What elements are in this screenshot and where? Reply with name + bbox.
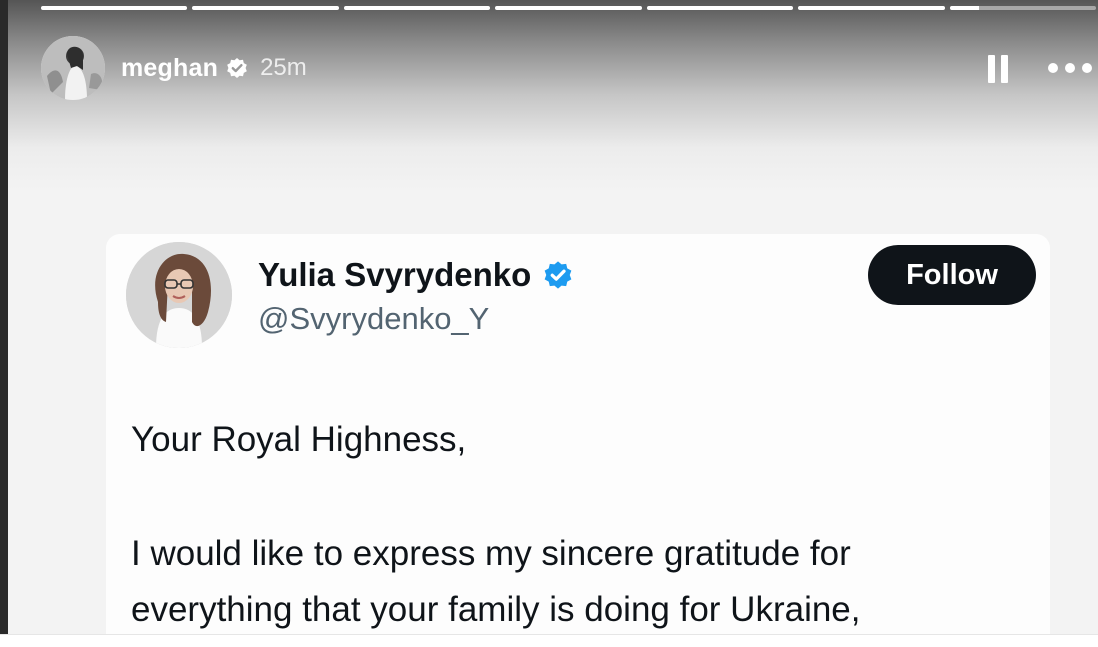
tweet-line: Your Royal Highness, [131,420,467,459]
tweet-author-avatar [126,242,232,348]
profile-avatar[interactable] [41,36,105,100]
story-username[interactable]: meghan [121,54,218,83]
progress-segment [949,6,1096,10]
tweet-line: I would like to express my sincere grati… [131,534,851,573]
pause-icon[interactable] [988,55,1008,83]
story-timestamp: 25m [260,54,307,81]
progress-segment [495,6,642,10]
blue-verified-icon [543,260,573,290]
tweet-author-handle: @Svyrydenko_Y [258,301,490,336]
progress-segment [798,6,945,10]
tweet-screenshot: Yulia Svyrydenko @Svyrydenko_Y Follow Yo… [106,234,1050,634]
progress-segment [41,6,188,10]
left-edge [0,0,8,646]
progress-segment [343,6,491,10]
story-progress-bar [41,6,1096,10]
verified-badge-icon [226,57,248,79]
tweet-line: everything that your family is doing for… [131,590,861,629]
bottom-edge [0,634,1098,647]
tweet-author-name[interactable]: Yulia Svyrydenko [258,256,573,294]
avatar-image [41,36,105,100]
story-viewer[interactable]: meghan 25m Yulia Svyrydenko @Svyrydenko_… [8,0,1098,634]
progress-segment [192,6,339,10]
story-header: meghan 25m [41,36,307,100]
tweet-body: Your Royal Highness, I would like to exp… [131,412,1031,634]
tweet-author-name-text: Yulia Svyrydenko [258,256,532,293]
follow-button[interactable]: Follow [868,245,1036,305]
more-options-icon[interactable] [1048,58,1092,78]
progress-segment [646,6,794,10]
